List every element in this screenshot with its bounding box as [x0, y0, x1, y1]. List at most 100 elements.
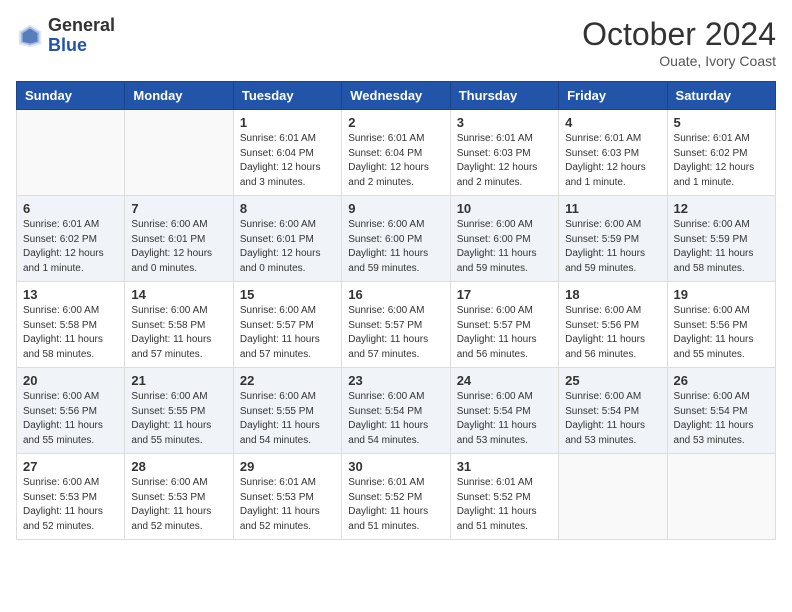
day-number: 7 [131, 201, 226, 216]
calendar-day-cell [17, 110, 125, 196]
day-number: 11 [565, 201, 660, 216]
day-info: Sunrise: 6:00 AMSunset: 5:56 PMDaylight:… [23, 390, 118, 448]
day-info: Sunrise: 6:01 AMSunset: 5:52 PMDaylight:… [457, 476, 552, 534]
day-number: 15 [240, 287, 335, 302]
day-info: Sunrise: 6:00 AMSunset: 5:57 PMDaylight:… [457, 304, 552, 362]
day-info: Sunrise: 6:00 AMSunset: 5:59 PMDaylight:… [674, 218, 769, 276]
calendar-day-cell: 24 Sunrise: 6:00 AMSunset: 5:54 PMDayligh… [450, 368, 558, 454]
calendar-day-cell: 7 Sunrise: 6:00 AMSunset: 6:01 PMDaylight… [125, 196, 233, 282]
calendar-day-cell: 8 Sunrise: 6:00 AMSunset: 6:01 PMDaylight… [233, 196, 341, 282]
calendar-day-cell [125, 110, 233, 196]
day-info: Sunrise: 6:00 AMSunset: 5:54 PMDaylight:… [457, 390, 552, 448]
location-subtitle: Ouate, Ivory Coast [582, 53, 776, 69]
day-number: 20 [23, 373, 118, 388]
title-section: October 2024 Ouate, Ivory Coast [582, 16, 776, 69]
calendar-day-cell: 20 Sunrise: 6:00 AMSunset: 5:56 PMDayligh… [17, 368, 125, 454]
day-number: 13 [23, 287, 118, 302]
calendar-day-cell: 23 Sunrise: 6:00 AMSunset: 5:54 PMDayligh… [342, 368, 450, 454]
day-info: Sunrise: 6:00 AMSunset: 6:01 PMDaylight:… [131, 218, 226, 276]
day-info: Sunrise: 6:00 AMSunset: 5:58 PMDaylight:… [131, 304, 226, 362]
day-number: 18 [565, 287, 660, 302]
calendar-day-cell: 13Sunrise: 6:00 AMSunset: 5:58 PMDayligh… [17, 282, 125, 368]
calendar-day-cell [559, 454, 667, 540]
day-info: Sunrise: 6:00 AMSunset: 5:55 PMDaylight:… [240, 390, 335, 448]
day-info: Sunrise: 6:00 AMSunset: 5:57 PMDaylight:… [348, 304, 443, 362]
day-info: Sunrise: 6:01 AMSunset: 6:03 PMDaylight:… [565, 132, 660, 190]
day-info: Sunrise: 6:00 AMSunset: 5:55 PMDaylight:… [131, 390, 226, 448]
logo: General Blue [16, 16, 115, 56]
day-number: 26 [674, 373, 769, 388]
day-number: 6 [23, 201, 118, 216]
day-info: Sunrise: 6:01 AMSunset: 6:03 PMDaylight:… [457, 132, 552, 190]
day-number: 3 [457, 115, 552, 130]
calendar-day-cell: 27Sunrise: 6:00 AMSunset: 5:53 PMDayligh… [17, 454, 125, 540]
calendar-day-cell: 28Sunrise: 6:00 AMSunset: 5:53 PMDayligh… [125, 454, 233, 540]
weekday-header-wednesday: Wednesday [342, 82, 450, 110]
calendar-day-cell: 18 Sunrise: 6:00 AMSunset: 5:56 PMDayligh… [559, 282, 667, 368]
calendar-day-cell: 9Sunrise: 6:00 AMSunset: 6:00 PMDaylight… [342, 196, 450, 282]
day-number: 25 [565, 373, 660, 388]
day-info: Sunrise: 6:00 AMSunset: 5:54 PMDaylight:… [565, 390, 660, 448]
logo-text: General Blue [48, 16, 115, 56]
calendar-day-cell [667, 454, 775, 540]
day-info: Sunrise: 6:01 AMSunset: 6:04 PMDaylight:… [240, 132, 335, 190]
weekday-header-tuesday: Tuesday [233, 82, 341, 110]
day-info: Sunrise: 6:01 AMSunset: 6:02 PMDaylight:… [23, 218, 118, 276]
day-info: Sunrise: 6:01 AMSunset: 6:04 PMDaylight:… [348, 132, 443, 190]
calendar-day-cell: 30 Sunrise: 6:01 AMSunset: 5:52 PMDayligh… [342, 454, 450, 540]
day-number: 30 [348, 459, 443, 474]
day-info: Sunrise: 6:00 AMSunset: 5:53 PMDaylight:… [131, 476, 226, 534]
calendar-day-cell: 3 Sunrise: 6:01 AMSunset: 6:03 PMDaylight… [450, 110, 558, 196]
calendar-week-row: 1 Sunrise: 6:01 AMSunset: 6:04 PMDaylight… [17, 110, 776, 196]
calendar-day-cell: 4Sunrise: 6:01 AMSunset: 6:03 PMDaylight… [559, 110, 667, 196]
day-number: 1 [240, 115, 335, 130]
calendar-day-cell: 25 Sunrise: 6:00 AMSunset: 5:54 PMDayligh… [559, 368, 667, 454]
day-number: 27 [23, 459, 118, 474]
calendar-week-row: 6 Sunrise: 6:01 AMSunset: 6:02 PMDaylight… [17, 196, 776, 282]
weekday-header-thursday: Thursday [450, 82, 558, 110]
day-info: Sunrise: 6:01 AMSunset: 5:52 PMDaylight:… [348, 476, 443, 534]
calendar-day-cell: 26Sunrise: 6:00 AMSunset: 5:54 PMDayligh… [667, 368, 775, 454]
day-info: Sunrise: 6:00 AMSunset: 5:56 PMDaylight:… [565, 304, 660, 362]
day-number: 23 [348, 373, 443, 388]
calendar-day-cell: 31 Sunrise: 6:01 AMSunset: 5:52 PMDayligh… [450, 454, 558, 540]
day-number: 8 [240, 201, 335, 216]
month-title: October 2024 [582, 16, 776, 53]
day-number: 29 [240, 459, 335, 474]
weekday-header-saturday: Saturday [667, 82, 775, 110]
page-header: General Blue October 2024 Ouate, Ivory C… [16, 16, 776, 69]
calendar-day-cell: 5 Sunrise: 6:01 AMSunset: 6:02 PMDaylight… [667, 110, 775, 196]
day-info: Sunrise: 6:01 AMSunset: 5:53 PMDaylight:… [240, 476, 335, 534]
calendar-week-row: 13 Sunrise: 6:00 AMSunset: 5:58 PMDayligh… [17, 282, 776, 368]
day-info: Sunrise: 6:00 AMSunset: 5:57 PMDaylight:… [240, 304, 335, 362]
calendar-day-cell: 6 Sunrise: 6:01 AMSunset: 6:02 PMDaylight… [17, 196, 125, 282]
day-number: 22 [240, 373, 335, 388]
calendar-day-cell: 1 Sunrise: 6:01 AMSunset: 6:04 PMDaylight… [233, 110, 341, 196]
calendar-day-cell: 12Sunrise: 6:00 AMSunset: 5:59 PMDayligh… [667, 196, 775, 282]
calendar-day-cell: 29 Sunrise: 6:01 AMSunset: 5:53 PMDayligh… [233, 454, 341, 540]
weekday-header-monday: Monday [125, 82, 233, 110]
calendar-day-cell: 19Sunrise: 6:00 AMSunset: 5:56 PMDayligh… [667, 282, 775, 368]
logo-icon [16, 22, 44, 50]
day-number: 31 [457, 459, 552, 474]
calendar-day-cell: 14 Sunrise: 6:00 AMSunset: 5:58 PMDayligh… [125, 282, 233, 368]
day-number: 14 [131, 287, 226, 302]
weekday-header-sunday: Sunday [17, 82, 125, 110]
day-info: Sunrise: 6:00 AMSunset: 5:54 PMDaylight:… [348, 390, 443, 448]
day-number: 5 [674, 115, 769, 130]
calendar-day-cell: 16Sunrise: 6:00 AMSunset: 5:57 PMDayligh… [342, 282, 450, 368]
weekday-header-row: SundayMondayTuesdayWednesdayThursdayFrid… [17, 82, 776, 110]
day-info: Sunrise: 6:00 AMSunset: 6:01 PMDaylight:… [240, 218, 335, 276]
day-info: Sunrise: 6:00 AMSunset: 6:00 PMDaylight:… [348, 218, 443, 276]
day-number: 10 [457, 201, 552, 216]
calendar-day-cell: 15 Sunrise: 6:00 AMSunset: 5:57 PMDayligh… [233, 282, 341, 368]
day-number: 24 [457, 373, 552, 388]
day-number: 21 [131, 373, 226, 388]
day-info: Sunrise: 6:00 AMSunset: 5:56 PMDaylight:… [674, 304, 769, 362]
day-info: Sunrise: 6:01 AMSunset: 6:02 PMDaylight:… [674, 132, 769, 190]
calendar-day-cell: 21 Sunrise: 6:00 AMSunset: 5:55 PMDayligh… [125, 368, 233, 454]
calendar-week-row: 27 Sunrise: 6:00 AMSunset: 5:53 PMDayligh… [17, 454, 776, 540]
calendar-day-cell: 11Sunrise: 6:00 AMSunset: 5:59 PMDayligh… [559, 196, 667, 282]
day-info: Sunrise: 6:00 AMSunset: 6:00 PMDaylight:… [457, 218, 552, 276]
calendar-day-cell: 22 Sunrise: 6:00 AMSunset: 5:55 PMDayligh… [233, 368, 341, 454]
